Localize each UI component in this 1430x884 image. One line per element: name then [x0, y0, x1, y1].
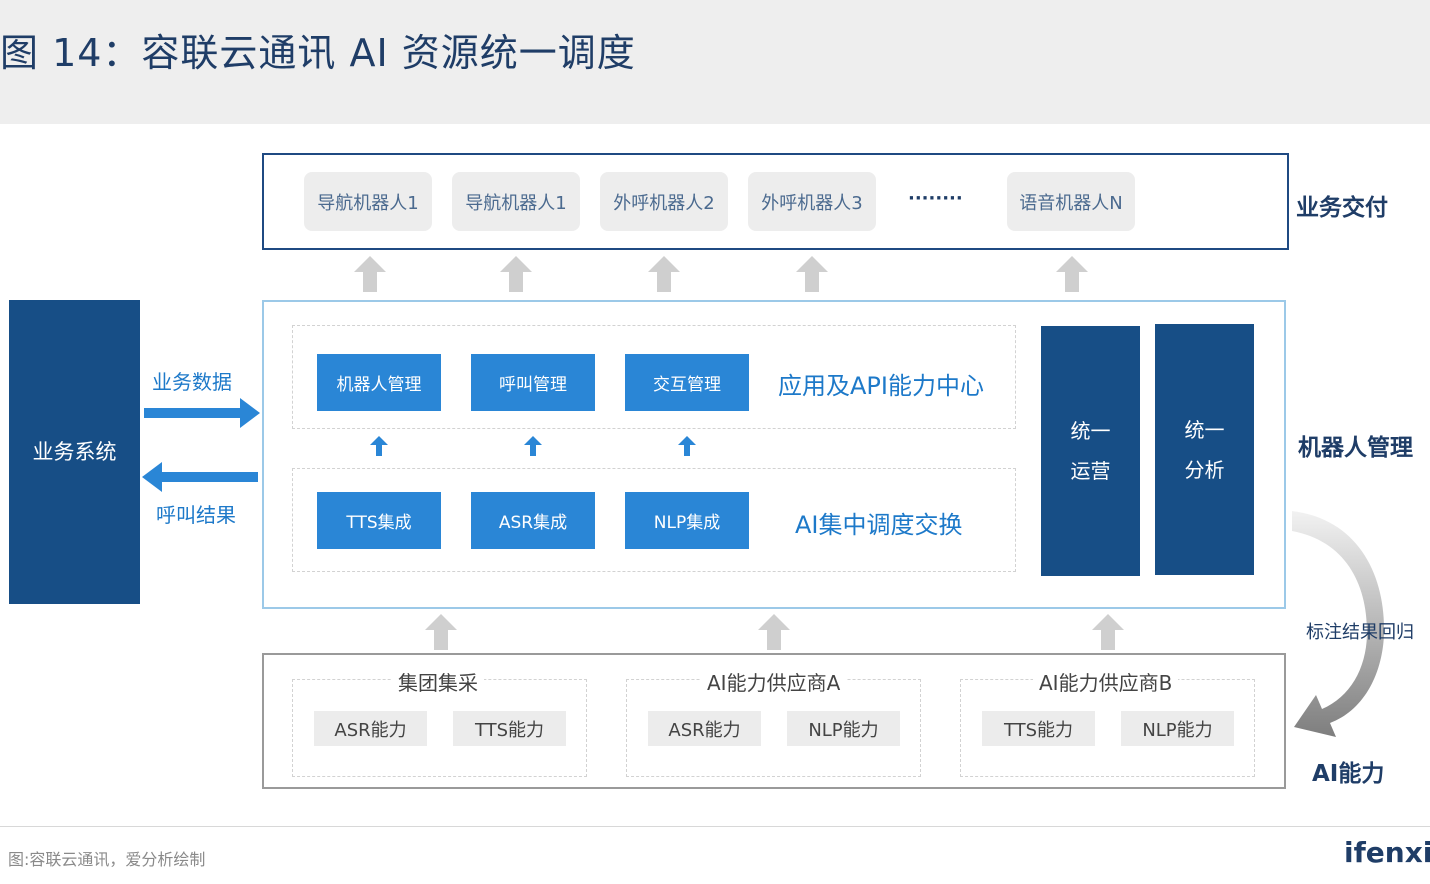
business-data-label: 业务数据	[152, 370, 232, 394]
unified-ops-box: 统一 运营	[1041, 326, 1140, 576]
capability-group-name: AI能力供应商A	[701, 667, 847, 696]
arrow-up-small-icon	[524, 436, 542, 456]
call-result-label: 呼叫结果	[156, 503, 236, 527]
capability-group-name: 集团集采	[392, 667, 484, 696]
capability-group-name: AI能力供应商B	[1033, 667, 1179, 696]
arrow-up-icon	[648, 256, 680, 292]
delivery-item: 导航机器人1	[304, 172, 432, 231]
delivery-item: 导航机器人1	[452, 172, 580, 231]
footer-divider	[0, 826, 1430, 827]
capability-item: NLP能力	[787, 711, 900, 746]
ai-capability-label: AI能力	[1312, 761, 1385, 787]
ai-dispatch-label: AI集中调度交换	[795, 511, 963, 539]
arrow-left-icon	[142, 462, 258, 492]
interaction-mgmt-button: 交互管理	[625, 354, 749, 411]
delivery-item: 外呼机器人2	[600, 172, 728, 231]
unified-ops-line1: 统一	[1070, 419, 1111, 443]
unified-ops-line2: 运营	[1070, 459, 1111, 483]
capability-item: ASR能力	[314, 711, 427, 746]
ifenxi-logo: ifenxi	[1344, 836, 1430, 869]
delivery-item: 外呼机器人3	[748, 172, 876, 231]
delivery-label: 业务交付	[1296, 195, 1388, 221]
arrow-up-icon	[796, 256, 828, 292]
footer-source: 图:容联云通讯，爱分析绘制	[8, 850, 206, 869]
unified-analysis-line2: 分析	[1184, 457, 1225, 482]
robot-mgmt-label: 机器人管理	[1298, 435, 1413, 461]
unified-analysis-line1: 统一	[1184, 417, 1225, 442]
capability-item: ASR能力	[648, 711, 761, 746]
robot-mgmt-button: 机器人管理	[317, 354, 441, 411]
arrow-up-icon	[425, 614, 457, 650]
tts-integration-button: TTS集成	[317, 492, 441, 549]
page-title: 图 14：容联云通讯 AI 资源统一调度	[0, 31, 636, 75]
capability-item: NLP能力	[1121, 711, 1234, 746]
arrow-up-small-icon	[678, 436, 696, 456]
nlp-integration-button: NLP集成	[625, 492, 749, 549]
arrow-up-icon	[758, 614, 790, 650]
unified-analysis-box: 统一 分析	[1155, 324, 1254, 575]
arrow-up-icon	[354, 256, 386, 292]
delivery-item: 语音机器人N	[1007, 172, 1135, 231]
app-api-center-label: 应用及API能力中心	[778, 372, 984, 400]
call-mgmt-button: 呼叫管理	[471, 354, 595, 411]
business-system-box: 业务系统	[9, 300, 140, 604]
arrow-up-icon	[500, 256, 532, 292]
arrow-up-icon	[1056, 256, 1088, 292]
capability-item: TTS能力	[453, 711, 566, 746]
arrow-right-icon	[144, 398, 260, 428]
feedback-label: 标注结果回归	[1306, 622, 1414, 643]
arrow-up-small-icon	[370, 436, 388, 456]
capability-item: TTS能力	[982, 711, 1095, 746]
asr-integration-button: ASR集成	[471, 492, 595, 549]
arrow-up-icon	[1092, 614, 1124, 650]
delivery-ellipsis: ········	[908, 188, 963, 209]
header-band: 图 14：容联云通讯 AI 资源统一调度	[0, 0, 1430, 124]
